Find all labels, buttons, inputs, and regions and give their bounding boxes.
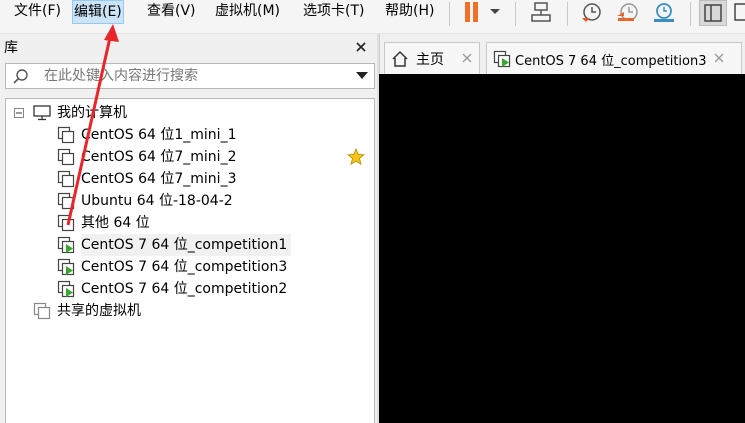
favorite-star-icon[interactable] bbox=[347, 148, 365, 166]
snapshot-manager-button[interactable] bbox=[650, 0, 678, 26]
keyboard-network-icon bbox=[531, 2, 551, 22]
menu-vm[interactable]: 虚拟机(M) bbox=[214, 0, 281, 22]
home-icon bbox=[392, 50, 408, 67]
library-toggle-button[interactable] bbox=[699, 0, 727, 26]
pause-icon bbox=[465, 2, 478, 22]
vm-running-icon bbox=[57, 258, 75, 276]
menu-view[interactable]: 查看(V) bbox=[146, 0, 197, 22]
tree-root-label: 我的计算机 bbox=[57, 105, 127, 121]
library-title: 库 bbox=[4, 40, 18, 56]
toolbar-separator bbox=[515, 2, 516, 26]
vm-item[interactable]: CentOS 64 位1_mini_1 bbox=[6, 124, 374, 146]
vm-item[interactable]: CentOS 7 64 位_competition2 bbox=[6, 278, 374, 300]
close-icon[interactable] bbox=[461, 52, 473, 64]
vm-item-label: CentOS 64 位7_mini_2 bbox=[81, 149, 237, 165]
vm-running-icon bbox=[493, 50, 511, 68]
power-dropdown-button[interactable] bbox=[486, 0, 504, 26]
vm-item[interactable]: Ubuntu 64 位-18-04-2 bbox=[6, 190, 374, 212]
snapshot-clock-icon bbox=[582, 3, 601, 22]
vm-item[interactable]: CentOS 7 64 位_competition3 bbox=[6, 256, 374, 278]
pause-button[interactable] bbox=[458, 0, 486, 26]
vm-icon bbox=[57, 126, 75, 144]
vm-item-label: 其他 64 位 bbox=[81, 215, 150, 231]
toolbar-separator bbox=[567, 2, 568, 26]
vm-icon bbox=[57, 170, 75, 188]
vm-icon bbox=[57, 214, 75, 232]
vm-item[interactable]: 其他 64 位 bbox=[6, 212, 374, 234]
menu-tabs[interactable]: 选项卡(T) bbox=[302, 0, 365, 22]
chevron-down-icon bbox=[490, 9, 500, 14]
vm-icon bbox=[57, 192, 75, 210]
tree-shared-label: 共享的虚拟机 bbox=[57, 303, 141, 319]
vm-item-selected[interactable]: CentOS 7 64 位_competition1 bbox=[6, 234, 374, 256]
chevron-down-icon[interactable] bbox=[356, 72, 368, 80]
shared-vm-icon bbox=[33, 302, 51, 320]
tab-strip: 主页 CentOS 7 64 位_competition3 bbox=[379, 34, 745, 74]
vm-running-icon bbox=[57, 280, 75, 298]
send-ctrl-alt-del-button[interactable] bbox=[528, 0, 556, 26]
close-icon bbox=[356, 42, 366, 52]
snapshot-manager-icon bbox=[654, 3, 674, 22]
revert-snapshot-button[interactable] bbox=[614, 0, 642, 26]
vm-console-screen[interactable] bbox=[379, 74, 745, 423]
library-close-button[interactable] bbox=[353, 39, 369, 55]
tab-vm[interactable]: CentOS 7 64 位_competition3 bbox=[486, 42, 742, 74]
tab-home[interactable]: 主页 bbox=[384, 42, 480, 74]
thumbnail-toggle-button[interactable] bbox=[731, 0, 745, 26]
vm-item-label: CentOS 64 位7_mini_3 bbox=[81, 171, 237, 187]
vm-item-label: CentOS 7 64 位_competition2 bbox=[81, 281, 288, 297]
vm-running-icon bbox=[57, 236, 75, 254]
layout-icon bbox=[734, 3, 745, 21]
sidebar-layout-icon bbox=[704, 4, 722, 22]
vm-item-label: Ubuntu 64 位-18-04-2 bbox=[81, 193, 233, 209]
search-icon bbox=[13, 69, 28, 84]
tree-shared-vms[interactable]: 共享的虚拟机 bbox=[6, 300, 374, 322]
computer-icon bbox=[33, 105, 51, 121]
vm-item-label: CentOS 7 64 位_competition3 bbox=[81, 259, 288, 275]
search-input[interactable] bbox=[44, 66, 344, 86]
vmware-window: 文件(F) 编辑(E) 查看(V) 虚拟机(M) 选项卡(T) 帮助(H) 库 … bbox=[0, 0, 745, 423]
menu-edit[interactable]: 编辑(E) bbox=[72, 0, 124, 24]
vm-item[interactable]: CentOS 64 位7_mini_3 bbox=[6, 168, 374, 190]
tab-vm-label: CentOS 7 64 位_competition3 bbox=[515, 54, 707, 69]
vm-item-label: CentOS 7 64 位_competition1 bbox=[81, 234, 292, 256]
vm-item[interactable]: CentOS 64 位7_mini_2 bbox=[6, 146, 374, 168]
library-search bbox=[5, 63, 375, 89]
menu-help[interactable]: 帮助(H) bbox=[384, 0, 435, 22]
revert-clock-icon bbox=[617, 3, 638, 21]
menu-file[interactable]: 文件(F) bbox=[13, 0, 62, 22]
toolbar-separator bbox=[690, 2, 691, 26]
tab-home-label: 主页 bbox=[416, 52, 444, 68]
vm-item-label: CentOS 64 位1_mini_1 bbox=[81, 127, 237, 143]
close-icon[interactable] bbox=[713, 52, 725, 64]
toolbar-separator bbox=[449, 2, 450, 26]
collapse-icon[interactable] bbox=[14, 108, 24, 118]
menubar: 文件(F) 编辑(E) 查看(V) 虚拟机(M) 选项卡(T) 帮助(H) bbox=[0, 0, 745, 34]
snapshot-button[interactable] bbox=[578, 0, 606, 26]
vm-tree: 我的计算机 CentOS 64 位1_mini_1 CentOS 64 位7_m… bbox=[5, 98, 375, 423]
vm-icon bbox=[57, 148, 75, 166]
tree-root-my-computer[interactable]: 我的计算机 bbox=[6, 102, 374, 124]
